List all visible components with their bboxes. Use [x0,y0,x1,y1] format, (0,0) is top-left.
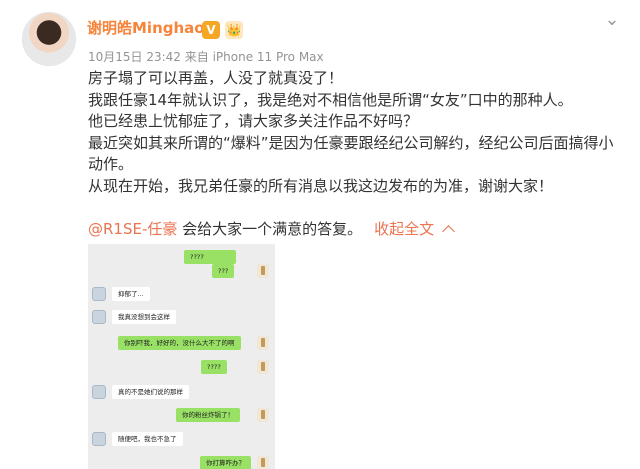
chat-bubble-right: 你的粉丝炸锅了！ [176,408,240,422]
post-line: 房子塌了可以再盖，人没了就真没了！ [88,69,344,87]
post-meta: 10月15日 23:42 来自 iPhone 11 Pro Max [88,50,324,64]
post-line: 他已经患上忧郁症了，请大家多关注作品不好吗？ [88,112,419,130]
post-line: 最近突如其来所谓的“爆料”是因为任豪要跟经纪公司解约，经纪公司后面搞得小 [88,133,614,152]
chat-avatar-right [257,408,269,422]
avatar[interactable] [22,12,76,66]
chat-screenshot[interactable]: ???? ??? 抑郁了... 我真没想到会这样 你别吓我，好好的，没什么大不了… [88,244,275,469]
chat-avatar-right [257,264,269,278]
verified-badge: V [202,21,220,39]
chat-avatar-left [92,310,106,324]
post-line: 动作。 [88,155,134,173]
chat-avatar-right [257,336,269,350]
chat-avatar-left [92,287,106,301]
chat-bubble-left: 真的不是她们说的那样 [112,385,189,399]
chat-avatar-left [92,432,106,446]
username[interactable]: 谢明皓Minghao [87,17,205,38]
chat-bubble-right: ???? [201,360,227,374]
chat-bubble-right: 你别吓我，好好的，没什么大不了的啊 [118,336,241,350]
collapse-chevron-icon[interactable] [442,225,456,238]
post-text: 房子塌了可以再盖，人没了就真没了！ 我跟任豪14年就认识了，我是绝对不相信他是所… [88,68,628,197]
post-line: 从现在开始，我兄弟任豪的所有消息以我这边发布的为准，谢谢大家！ [88,176,554,195]
chat-avatar-left [92,385,106,399]
chat-bubble-right: 你打算咋办？ [200,456,251,469]
post-line: 我跟任豪14年就认识了，我是绝对不相信他是所谓“女友”口中的那种人。 [88,90,573,109]
chat-avatar-right [257,456,269,469]
mention-row: @R1SE-任豪 会给大家一个满意的答复。 收起全文 [88,218,456,239]
collapse-link[interactable]: 收起全文 [374,220,434,238]
mention-suffix: 会给大家一个满意的答复。 [177,220,363,238]
chat-bubble-right: ???? [184,250,236,264]
crown-badge: 👑 [225,21,243,39]
chat-bubble-left: 抑郁了... [112,287,150,301]
chat-bubble-left: 随便吧，我也不急了 [112,432,183,446]
chat-bubble-right: ??? [212,264,235,278]
mention-link[interactable]: @R1SE-任豪 [88,220,177,238]
chat-avatar-right [257,360,269,374]
chat-bubble-left: 我真没想到会这样 [112,310,176,324]
chevron-down-icon[interactable]: ⌄ [600,10,624,30]
